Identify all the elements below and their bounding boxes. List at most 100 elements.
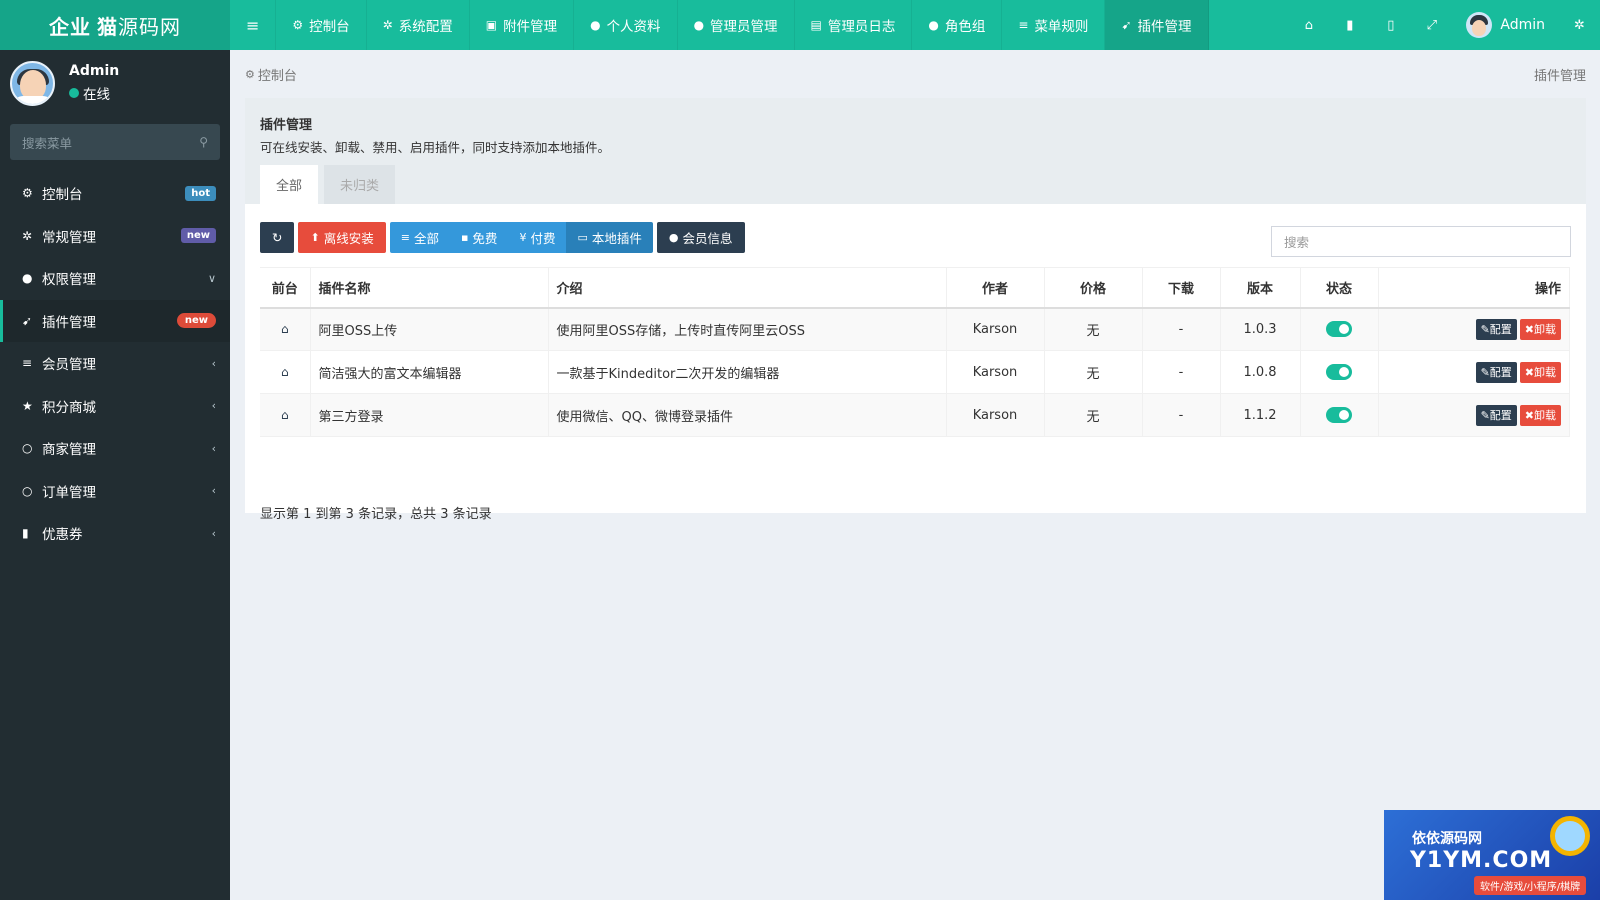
- sidebar-item-points-mall[interactable]: ★ 积分商城 ‹: [0, 385, 230, 428]
- topnav-item-addon[interactable]: ➹ 插件管理: [1105, 0, 1209, 50]
- topnav-label: 系统配置: [398, 19, 453, 35]
- sidebar-item-dashboard[interactable]: ⚙ 控制台 hot: [0, 172, 230, 215]
- offline-install-button[interactable]: ⬆ 离线安装: [298, 222, 386, 253]
- topnav-label: 管理员日志: [827, 19, 896, 35]
- dashboard-icon: ⚙: [22, 186, 33, 201]
- sidebar-item-general[interactable]: ✲ 常规管理 new: [0, 215, 230, 258]
- status-toggle[interactable]: [1326, 321, 1352, 338]
- sidebar-item-addon[interactable]: ➹ 插件管理 new: [0, 299, 230, 342]
- sidebar-item-merchant[interactable]: ○ 商家管理 ‹: [0, 427, 230, 470]
- home-icon[interactable]: ⌂: [281, 322, 289, 336]
- column-header[interactable]: 插件名称: [310, 267, 549, 309]
- column-header[interactable]: 操作: [1378, 267, 1570, 309]
- config-button[interactable]: ✎ 配置: [1475, 318, 1517, 340]
- button-label: 配置: [1489, 323, 1512, 337]
- unload-button[interactable]: ✖ 卸载: [1519, 404, 1561, 426]
- column-header[interactable]: 作者: [946, 267, 1045, 309]
- table-header-row: 前台 插件名称 介绍 作者 价格 下载 版本 状态 操作: [260, 267, 1570, 309]
- search-icon[interactable]: ⚲: [199, 135, 208, 149]
- topnav-item-group[interactable]: ● 角色组: [912, 0, 1003, 50]
- column-header[interactable]: 价格: [1044, 267, 1143, 309]
- column-header[interactable]: 前台: [260, 267, 311, 309]
- sidebar-item-label: 插件管理: [42, 314, 96, 331]
- new-badge: new: [176, 313, 216, 329]
- addon-version: 1.1.2: [1220, 393, 1301, 437]
- config-button[interactable]: ✎ 配置: [1475, 404, 1517, 426]
- button-label: 卸载: [1534, 366, 1556, 379]
- trash-icon[interactable]: ▮: [1329, 0, 1370, 50]
- sidebar-item-order[interactable]: ○ 订单管理 ‹: [0, 470, 230, 513]
- breadcrumb[interactable]: ⚙ 控制台: [245, 65, 297, 84]
- topnav-label: 附件管理: [503, 19, 558, 35]
- sidebar-toggle-button[interactable]: ≡: [230, 0, 277, 50]
- home-icon[interactable]: ⌂: [281, 408, 289, 422]
- sidebar-item-auth[interactable]: ● 权限管理 ∨: [0, 257, 230, 300]
- unload-button[interactable]: ✖ 卸载: [1519, 318, 1561, 340]
- topnav-item-admin-log[interactable]: ▤ 管理员日志: [795, 0, 913, 50]
- refresh-button[interactable]: ↻: [260, 222, 295, 253]
- search-input[interactable]: 搜索: [1271, 226, 1571, 257]
- upload-icon: ⬆: [310, 231, 320, 244]
- language-icon[interactable]: ▯: [1370, 0, 1411, 50]
- sidebar-user-name: Admin: [69, 63, 120, 79]
- addon-price: 无: [1044, 307, 1143, 351]
- user-menu[interactable]: Admin: [1452, 0, 1559, 50]
- close-icon: ✖: [1524, 365, 1534, 379]
- filter-local-button[interactable]: ▭ 本地插件: [566, 222, 653, 253]
- rocket-icon: ➹: [22, 313, 33, 328]
- circle-icon: ○: [22, 483, 33, 498]
- sidebar: Admin 在线 搜索菜单 ⚲ ⚙ 控制台 hot ✲ 常规管理 new ● 权限管理 ∨ …: [0, 50, 230, 900]
- addon-author[interactable]: Karson: [946, 307, 1045, 351]
- chevron-left-icon: ‹: [211, 356, 216, 370]
- chevron-left-icon: ‹: [211, 526, 216, 540]
- addon-author[interactable]: Karson: [946, 350, 1045, 394]
- sidebar-item-member[interactable]: ≡ 会员管理 ‹: [0, 342, 230, 385]
- group-icon: ●: [928, 18, 939, 32]
- sidebar-item-label: 优惠券: [42, 527, 83, 544]
- topnav-item-attachment[interactable]: ▣ 附件管理: [470, 0, 575, 50]
- unload-button[interactable]: ✖ 卸载: [1519, 361, 1561, 383]
- bookmark-icon: ▮: [22, 526, 29, 541]
- topnav-item-profile[interactable]: ● 个人资料: [574, 0, 678, 50]
- column-header[interactable]: 下载: [1142, 267, 1221, 309]
- pencil-icon: ✎: [1480, 408, 1490, 422]
- chevron-left-icon: ‹: [211, 484, 216, 498]
- config-button[interactable]: ✎ 配置: [1475, 361, 1517, 383]
- home-icon[interactable]: ⌂: [1288, 0, 1329, 50]
- home-icon[interactable]: ⌂: [281, 365, 289, 379]
- filter-all-button[interactable]: ≡ 全部: [389, 222, 450, 253]
- button-label: 卸载: [1534, 323, 1556, 337]
- gift-icon: ▪: [460, 231, 469, 244]
- topnav-item-admin[interactable]: ● 管理员管理: [678, 0, 795, 50]
- group-icon: ●: [22, 271, 33, 286]
- button-label: 卸载: [1534, 409, 1556, 422]
- fullscreen-icon[interactable]: ⤢: [1411, 0, 1452, 50]
- column-header[interactable]: 介绍: [548, 267, 947, 309]
- brand-part3: 源码网: [118, 14, 181, 39]
- tab-all[interactable]: 全部: [260, 165, 319, 204]
- addon-download: -: [1142, 307, 1221, 351]
- sidebar-item-coupon[interactable]: ▮ 优惠券 ‹: [0, 512, 230, 555]
- tab-uncategorized[interactable]: 未归类: [324, 165, 396, 204]
- main-content: ⚙ 控制台 插件管理 插件管理 可在线安装、卸载、禁用、启用插件，同时支持添加本地…: [230, 50, 1600, 900]
- user-icon: ●: [693, 18, 705, 32]
- filter-paid-button[interactable]: ¥ 付费: [508, 222, 567, 253]
- addon-author[interactable]: Karson: [946, 393, 1045, 437]
- avatar: [1466, 12, 1493, 38]
- member-info-button[interactable]: ● 会员信息: [656, 222, 745, 253]
- bars-icon: ≡: [246, 15, 260, 35]
- table-row: ⌂ 阿里OSS上传 使用阿里OSS存储，上传时直传阿里云OSS Karson 无…: [260, 307, 1570, 351]
- topnav-item-system-config[interactable]: ✲ 系统配置: [367, 0, 470, 50]
- topnav-item-menu-rule[interactable]: ≡ 菜单规则: [1002, 0, 1106, 50]
- column-header[interactable]: 版本: [1220, 267, 1301, 309]
- avatar: [10, 60, 55, 106]
- column-header[interactable]: 状态: [1300, 267, 1379, 309]
- sidebar-search-input[interactable]: 搜索菜单 ⚲: [10, 124, 220, 160]
- brand-logo[interactable]: 企业猫源码网: [0, 0, 230, 50]
- status-toggle[interactable]: [1326, 407, 1352, 423]
- cogs-icon[interactable]: ✲: [1559, 0, 1600, 50]
- watermark-line3: 软件/游戏/小程序/棋牌: [1474, 876, 1587, 895]
- filter-free-button[interactable]: ▪ 免费: [449, 222, 509, 253]
- status-toggle[interactable]: [1326, 364, 1352, 380]
- topnav-item-dashboard[interactable]: ⚙ 控制台: [276, 0, 367, 50]
